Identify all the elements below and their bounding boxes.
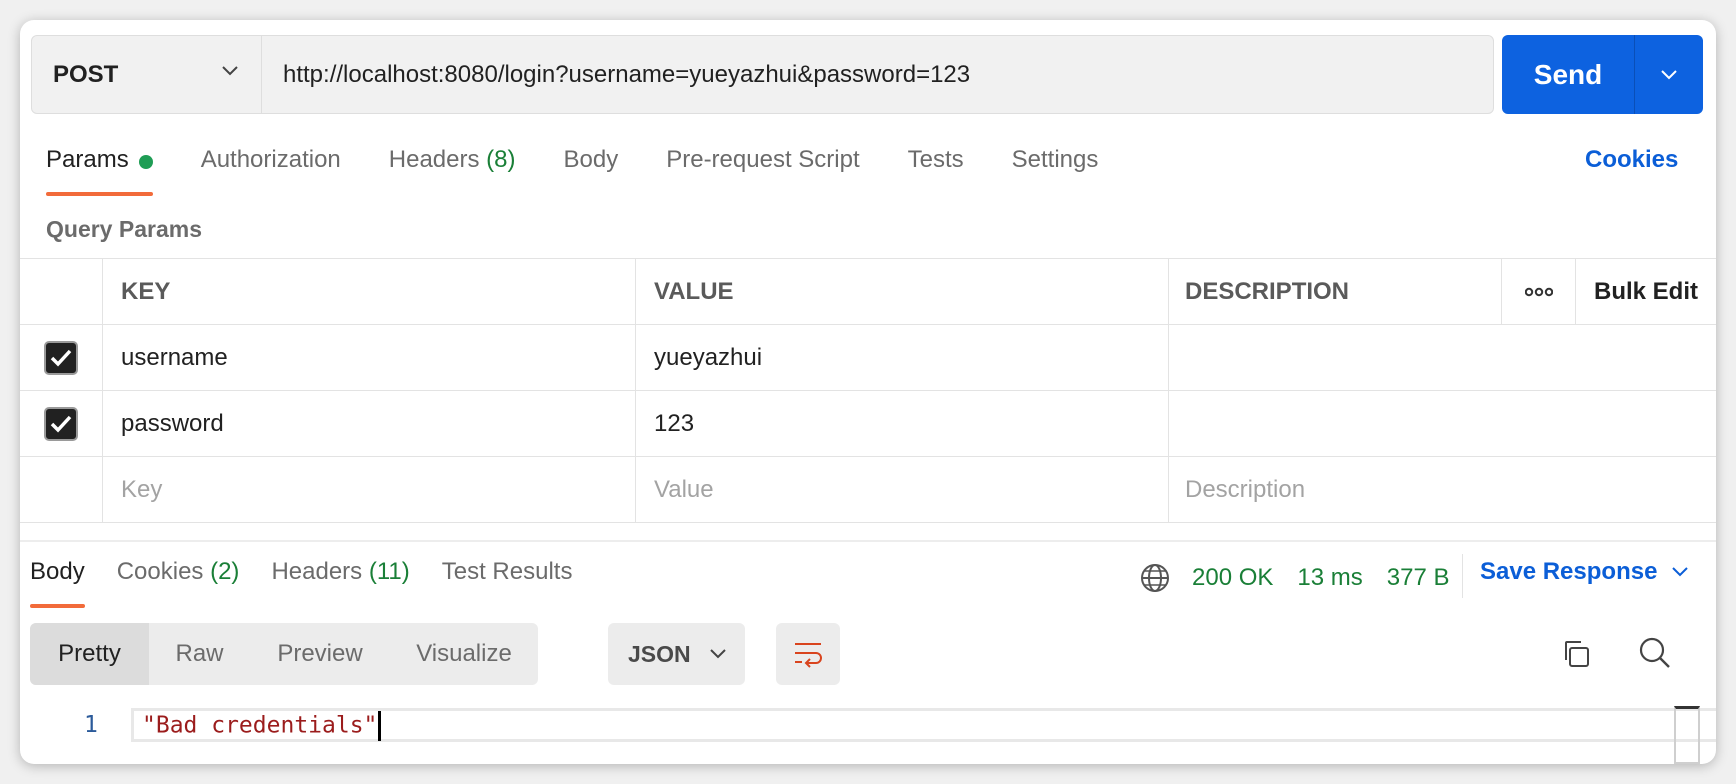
text-caret: [378, 711, 382, 741]
response-tabs: Body Cookies (2) Headers (11) Test Resul…: [30, 558, 604, 608]
header-key: KEY: [103, 259, 636, 324]
response-tab-test-results[interactable]: Test Results: [442, 558, 573, 608]
chevron-down-icon: [709, 649, 726, 659]
param-description[interactable]: [1169, 391, 1716, 456]
view-preview[interactable]: Preview: [250, 623, 390, 685]
params-active-dot: [138, 155, 153, 169]
wrap-text-icon: [795, 643, 822, 668]
query-params-title: Query Params: [46, 216, 202, 242]
format-label: JSON: [628, 640, 691, 667]
cookies-link[interactable]: Cookies: [1585, 146, 1678, 174]
editor-scrollbar[interactable]: [1674, 706, 1700, 764]
globe-icon[interactable]: [1140, 563, 1170, 593]
param-description[interactable]: [1169, 325, 1716, 390]
value-placeholder[interactable]: Value: [636, 457, 1169, 522]
method-select[interactable]: POST: [32, 36, 262, 113]
response-time[interactable]: 13 ms: [1297, 564, 1362, 592]
params-table: KEY VALUE DESCRIPTION Bulk Edit username…: [20, 258, 1716, 523]
key-placeholder[interactable]: Key: [103, 457, 636, 522]
header-checkbox-cell: [20, 259, 103, 324]
response-size[interactable]: 377 B: [1387, 564, 1450, 592]
table-header: KEY VALUE DESCRIPTION Bulk Edit: [20, 259, 1716, 325]
tab-label: Headers: [388, 146, 480, 173]
more-options-button[interactable]: [1502, 259, 1576, 324]
wrap-lines-button[interactable]: [776, 623, 840, 685]
tab-pre-request-script[interactable]: Pre-request Script: [666, 146, 859, 196]
check-icon: [50, 349, 72, 367]
chevron-down-icon: [222, 66, 238, 76]
response-tab-cookies[interactable]: Cookies (2): [117, 558, 240, 608]
tab-label: Headers: [271, 558, 363, 585]
bulk-edit-button[interactable]: Bulk Edit: [1576, 259, 1716, 324]
format-select[interactable]: JSON: [608, 623, 745, 685]
tab-label: Settings: [1011, 146, 1099, 173]
tab-body[interactable]: Body: [564, 146, 619, 196]
method-label: POST: [53, 60, 119, 88]
row-checkbox[interactable]: [44, 340, 78, 375]
empty-checkbox-cell: [20, 457, 103, 522]
chevron-down-icon: [1672, 567, 1689, 577]
param-value[interactable]: yueyazhui: [636, 325, 1169, 390]
param-key[interactable]: password: [103, 391, 636, 456]
view-raw[interactable]: Raw: [149, 623, 250, 685]
tab-label: Body: [563, 146, 619, 173]
row-checkbox[interactable]: [44, 406, 78, 441]
view-visualize[interactable]: Visualize: [390, 623, 538, 685]
tab-count: (2): [210, 558, 240, 585]
tab-label: Test Results: [441, 558, 573, 585]
more-horizontal-icon: [1524, 287, 1553, 296]
tab-label: Cookies: [116, 558, 204, 585]
tab-count: (11): [368, 558, 410, 585]
copy-icon[interactable]: [1560, 638, 1592, 675]
tab-label: Body: [30, 558, 85, 585]
table-row: username yueyazhui: [20, 325, 1716, 391]
response-view-selector: Pretty Raw Preview Visualize: [30, 623, 538, 685]
status-code[interactable]: 200 OK: [1192, 564, 1273, 592]
tab-label: Pre-request Script: [666, 146, 860, 173]
row-checkbox-cell: [20, 325, 103, 390]
save-response-button[interactable]: Save Response: [1480, 558, 1689, 586]
tab-label: Authorization: [200, 146, 341, 173]
send-dropdown-button[interactable]: [1635, 35, 1703, 114]
row-checkbox-cell: [20, 391, 103, 456]
tab-authorization[interactable]: Authorization: [201, 146, 341, 196]
tab-count: (8): [486, 146, 516, 173]
param-key[interactable]: username: [103, 325, 636, 390]
tab-tests[interactable]: Tests: [908, 146, 964, 196]
send-button[interactable]: Send: [1502, 35, 1635, 114]
tab-settings[interactable]: Settings: [1012, 146, 1099, 196]
header-value: VALUE: [636, 259, 1169, 324]
tab-headers[interactable]: Headers (8): [389, 146, 516, 196]
param-value[interactable]: 123: [636, 391, 1169, 456]
request-bar: POST http://localhost:8080/login?usernam…: [31, 35, 1494, 114]
response-body-text[interactable]: "Bad credentials": [142, 711, 382, 741]
table-row: password 123: [20, 391, 1716, 457]
response-status-bar: 200 OK 13 ms 377 B: [1140, 558, 1473, 598]
chevron-down-icon: [1661, 69, 1677, 79]
search-icon[interactable]: [1638, 636, 1672, 675]
send-button-group: Send: [1502, 35, 1703, 114]
tab-params[interactable]: Params: [46, 146, 153, 196]
header-description: DESCRIPTION: [1169, 259, 1502, 324]
table-row-new: Key Value Description: [20, 457, 1716, 523]
request-tabs: Params Authorization Headers (8) Body Pr…: [46, 146, 1146, 196]
divider: [1462, 554, 1463, 598]
response-tab-headers[interactable]: Headers (11): [271, 558, 409, 608]
pane-divider[interactable]: [20, 540, 1716, 542]
response-body-string: "Bad credentials": [142, 712, 378, 739]
tab-label: Params: [46, 146, 129, 173]
description-placeholder[interactable]: Description: [1169, 457, 1716, 522]
url-input[interactable]: http://localhost:8080/login?username=yue…: [262, 36, 1493, 113]
line-number: 1: [84, 712, 98, 738]
response-tab-body[interactable]: Body: [30, 558, 85, 608]
postman-window: POST http://localhost:8080/login?usernam…: [20, 20, 1716, 764]
tab-label: Tests: [907, 146, 964, 173]
check-icon: [50, 415, 72, 433]
view-pretty[interactable]: Pretty: [30, 623, 149, 685]
save-response-label: Save Response: [1480, 558, 1658, 585]
